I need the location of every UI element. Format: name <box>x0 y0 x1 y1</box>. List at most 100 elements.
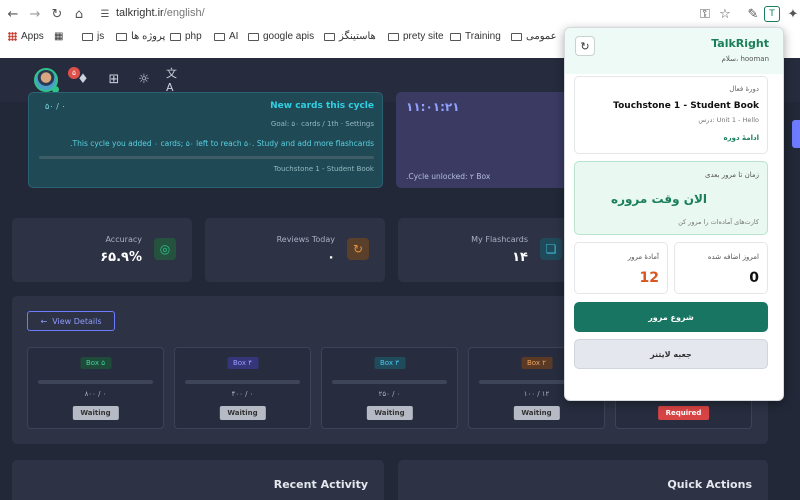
bookmark-projects[interactable]: پروژه ها <box>116 31 165 42</box>
ready-value: 12 <box>639 270 659 286</box>
active-course-label: دورهٔ فعال <box>729 85 759 93</box>
notification-badge: ۵ <box>68 67 80 79</box>
box-progress-bar <box>185 380 300 384</box>
site-info-icon[interactable]: ☰ <box>96 5 114 23</box>
cycle-book: Touchstone 1 - Student Book <box>273 165 374 173</box>
box-count: ۲۵۰ / ۰ <box>378 390 401 398</box>
tab-grid-icon: ▦ <box>54 31 64 42</box>
box-card-4[interactable]: Box ۴ ۴۰۰ / ۰ Waiting <box>174 347 311 429</box>
next-review-card: زمان تا مرور بعدی الان وقت مروره کارت‌ها… <box>574 161 768 235</box>
bookmark-training[interactable]: Training <box>450 31 501 42</box>
next-review-value: الان وقت مروره <box>610 192 707 206</box>
bookmark-ai[interactable]: AI <box>214 31 238 42</box>
stat-value: ۶۵.۹% <box>100 250 142 265</box>
course-name: Touchstone 1 - Student Book <box>613 101 759 111</box>
folder-icon <box>116 32 127 41</box>
next-review-sub: کارت‌های آماده‌ات را مرور کن <box>678 218 759 226</box>
apps-grid-icon <box>8 32 17 41</box>
continue-course-link[interactable]: ادامهٔ دوره <box>723 134 759 142</box>
refresh-icon: ↻ <box>347 238 369 260</box>
box-tag: Box ۵ <box>80 357 111 369</box>
timer-note: .Cycle unlocked: ۲ Box <box>406 172 491 181</box>
box-count: ۸۰۰ / ۰ <box>84 390 107 398</box>
bookmark-hostings[interactable]: هاستینگز <box>324 31 376 42</box>
reload-icon[interactable]: ↻ <box>48 5 66 23</box>
box-status: Waiting <box>72 406 119 420</box>
forward-icon[interactable]: → <box>26 5 44 23</box>
bookmark-php[interactable]: php <box>170 31 202 42</box>
cycle-message: .This cycle you added ۰ cards; ۵۰ left t… <box>70 139 374 148</box>
box-card-5[interactable]: Box ۵ ۸۰۰ / ۰ Waiting <box>27 347 164 429</box>
ready-label: آمادهٔ مرور <box>627 253 659 261</box>
bookmark-google-apis[interactable]: google apis <box>248 31 314 42</box>
start-review-button[interactable]: شروع مرور <box>574 302 768 332</box>
recent-activity-card: Recent Activity <box>12 460 384 500</box>
url-path: /english/ <box>163 7 205 19</box>
side-tab[interactable] <box>792 120 800 148</box>
box-progress-bar <box>38 380 153 384</box>
cycle-card: New cards this cycle ۵۰ / ۰ Goal: ۵۰ car… <box>28 92 383 188</box>
bookmark-apps[interactable]: Apps <box>8 31 44 42</box>
bookmark-general[interactable]: عمومی <box>511 31 557 42</box>
stat-value: ۱۴ <box>512 250 528 265</box>
url-host: talkright.ir <box>116 7 164 19</box>
cycle-title: New cards this cycle <box>270 101 374 111</box>
next-review-label: زمان تا مرور بعدی <box>704 171 759 179</box>
box-tag: Box ۳ <box>374 357 405 369</box>
folder-icon <box>82 32 93 41</box>
extensions-puzzle-icon[interactable]: ✦ <box>784 5 800 23</box>
translate-icon[interactable]: 文A <box>166 67 182 94</box>
bookmark-prety-site[interactable]: prety site <box>388 31 444 42</box>
cycle-progress-bar <box>39 156 374 159</box>
view-details-button[interactable]: ← View Details <box>27 311 115 331</box>
box-count: ۴۰۰ / ۰ <box>231 390 254 398</box>
course-lesson: درس: Unit 1 - Hello <box>698 116 759 124</box>
extension-popup: ↻ TalkRight سلام، hooman دورهٔ فعال Touc… <box>564 27 784 401</box>
talkright-extension-icon[interactable]: T <box>764 6 780 22</box>
bookmark-star-icon[interactable]: ☆ <box>716 5 734 23</box>
box-required-status: Required <box>657 406 710 420</box>
recent-activity-title: Recent Activity <box>273 478 368 491</box>
folder-icon <box>450 32 461 41</box>
cycle-goal: Goal: ۵۰ cards / 1th · Settings <box>270 120 374 128</box>
url-field[interactable]: talkright.ir/english/ <box>116 7 205 19</box>
timer-card: ۱۱:۰۱:۲۱ .Cycle unlocked: ۲ Box <box>396 92 576 188</box>
folder-icon <box>170 32 181 41</box>
password-key-icon[interactable]: ⚿ <box>696 5 714 23</box>
box-status: Waiting <box>513 406 560 420</box>
stat-label: Reviews Today <box>276 235 335 244</box>
cards-icon: ❏ <box>540 238 562 260</box>
quick-actions-title: Quick Actions <box>667 478 752 491</box>
added-today-card: امروز اضافه شده 0 <box>674 242 768 294</box>
box-tag: Box ۴ <box>227 357 258 369</box>
leitner-box-button[interactable]: جعبه لایتنر <box>574 339 768 369</box>
bookmark-grid[interactable]: ▦ <box>54 31 63 42</box>
popup-brand: TalkRight <box>711 37 769 50</box>
cycle-progress: ۵۰ / ۰ <box>45 102 66 111</box>
ready-for-review-card: آمادهٔ مرور 12 <box>574 242 668 294</box>
box-card-3[interactable]: Box ۳ ۲۵۰ / ۰ Waiting <box>321 347 458 429</box>
sun-icon[interactable]: ☼ <box>136 71 152 87</box>
bookmark-js[interactable]: js <box>82 31 104 42</box>
folder-icon <box>214 32 225 41</box>
back-icon[interactable]: ← <box>4 5 22 23</box>
box-status: Waiting <box>366 406 413 420</box>
refresh-icon[interactable]: ↻ <box>575 36 595 56</box>
timer-value: ۱۱:۰۱:۲۱ <box>406 100 460 114</box>
stat-my-flashcards: My Flashcards ۱۴ ❏ <box>398 218 578 282</box>
quick-actions-card: Quick Actions <box>398 460 768 500</box>
extension-pen-icon[interactable]: ✎ <box>744 5 762 23</box>
stat-value: ۰ <box>327 250 335 265</box>
box-progress-bar <box>332 380 447 384</box>
stat-reviews-today: Reviews Today ۰ ↻ <box>205 218 385 282</box>
add-widget-icon[interactable]: ⊞ <box>106 71 122 87</box>
added-today-label: امروز اضافه شده <box>707 253 759 261</box>
stat-label: My Flashcards <box>471 235 528 244</box>
stat-accuracy: Accuracy ۶۵.۹% ◎ <box>12 218 192 282</box>
box-tag: Box ۲ <box>521 357 552 369</box>
folder-icon <box>511 32 522 41</box>
popup-header <box>565 28 783 74</box>
home-icon[interactable]: ⌂ <box>70 5 88 23</box>
folder-icon <box>388 32 399 41</box>
arrow-left-icon: ← <box>40 316 48 326</box>
